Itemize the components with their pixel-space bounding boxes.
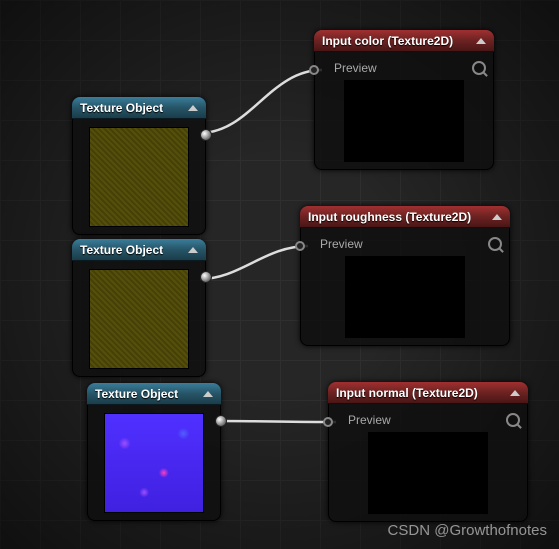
triangle-up-icon[interactable] — [203, 391, 213, 397]
node-header[interactable]: Input color (Texture2D) — [314, 30, 494, 52]
node-title: Texture Object — [80, 101, 163, 115]
node-texture-object-3[interactable]: Texture Object — [87, 383, 221, 521]
output-pin[interactable] — [215, 415, 227, 427]
node-title: Input roughness (Texture2D) — [308, 210, 471, 224]
magnifier-icon[interactable] — [506, 413, 520, 427]
magnifier-icon[interactable] — [472, 61, 486, 75]
triangle-up-icon[interactable] — [188, 105, 198, 111]
node-header[interactable]: Texture Object — [72, 97, 206, 119]
node-header[interactable]: Texture Object — [87, 383, 221, 405]
node-input-normal[interactable]: Input normal (Texture2D) Preview — [328, 382, 528, 522]
input-pin[interactable] — [295, 241, 305, 251]
preview-label: Preview — [348, 413, 391, 427]
preview-thumbnail — [345, 256, 465, 338]
node-body — [72, 119, 206, 235]
node-header[interactable]: Texture Object — [72, 239, 206, 261]
preview-label: Preview — [334, 61, 377, 75]
triangle-up-icon[interactable] — [476, 38, 486, 44]
triangle-up-icon[interactable] — [492, 214, 502, 220]
texture-thumbnail — [104, 413, 204, 513]
input-pin[interactable] — [309, 65, 319, 75]
node-input-roughness[interactable]: Input roughness (Texture2D) Preview — [300, 206, 510, 346]
preview-thumbnail — [368, 432, 488, 514]
node-body — [87, 405, 221, 521]
node-body: Preview — [314, 52, 494, 170]
output-pin[interactable] — [200, 129, 212, 141]
triangle-up-icon[interactable] — [188, 247, 198, 253]
node-title: Texture Object — [80, 243, 163, 257]
node-texture-object-1[interactable]: Texture Object — [72, 97, 206, 235]
output-pin[interactable] — [200, 271, 212, 283]
node-body: Preview — [300, 228, 510, 346]
node-title: Input normal (Texture2D) — [336, 386, 478, 400]
node-header[interactable]: Input roughness (Texture2D) — [300, 206, 510, 228]
node-body: Preview — [328, 404, 528, 522]
input-pin[interactable] — [323, 417, 333, 427]
triangle-up-icon[interactable] — [510, 390, 520, 396]
texture-thumbnail — [89, 127, 189, 227]
preview-thumbnail — [344, 80, 464, 162]
node-texture-object-2[interactable]: Texture Object — [72, 239, 206, 377]
magnifier-icon[interactable] — [488, 237, 502, 251]
node-header[interactable]: Input normal (Texture2D) — [328, 382, 528, 404]
node-title: Texture Object — [95, 387, 178, 401]
node-title: Input color (Texture2D) — [322, 34, 453, 48]
node-body — [72, 261, 206, 377]
node-input-color[interactable]: Input color (Texture2D) Preview — [314, 30, 494, 170]
texture-thumbnail — [89, 269, 189, 369]
preview-label: Preview — [320, 237, 363, 251]
